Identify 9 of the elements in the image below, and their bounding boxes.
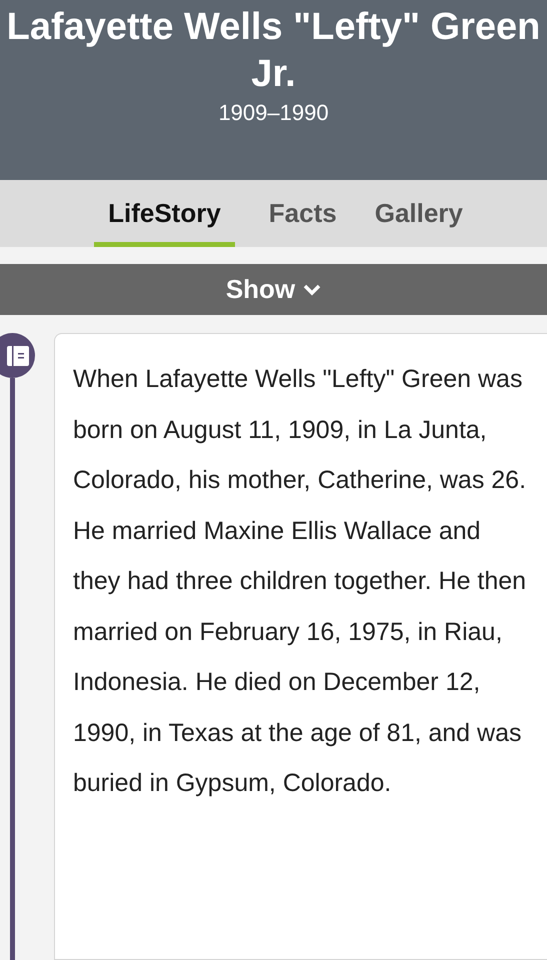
life-story-text: When Lafayette Wells "Lefty" Green was born on August 11, 1909, in La Junta, Colorado, his mother, Catherine, was 26. He married Maxine Ellis Wallace and they had three children together. He then married on February 16, 1975, in Riau, Indonesia. He died on December 12, 1990, in Texas at the age of 81, and was buried in Gypsum, Colorado. xyxy=(73,364,528,799)
show-button[interactable]: Show xyxy=(0,264,547,315)
chevron-icon xyxy=(303,284,322,296)
tab[interactable]: LifeStory xyxy=(94,180,235,247)
book-icon xyxy=(7,344,31,368)
tab[interactable]: Gallery xyxy=(370,180,467,247)
person-name: Lafayette Wells "Lefty" Green Jr. xyxy=(6,5,542,97)
tab[interactable]: Facts xyxy=(264,180,341,247)
lifespan: 1909–1990 xyxy=(218,99,329,127)
